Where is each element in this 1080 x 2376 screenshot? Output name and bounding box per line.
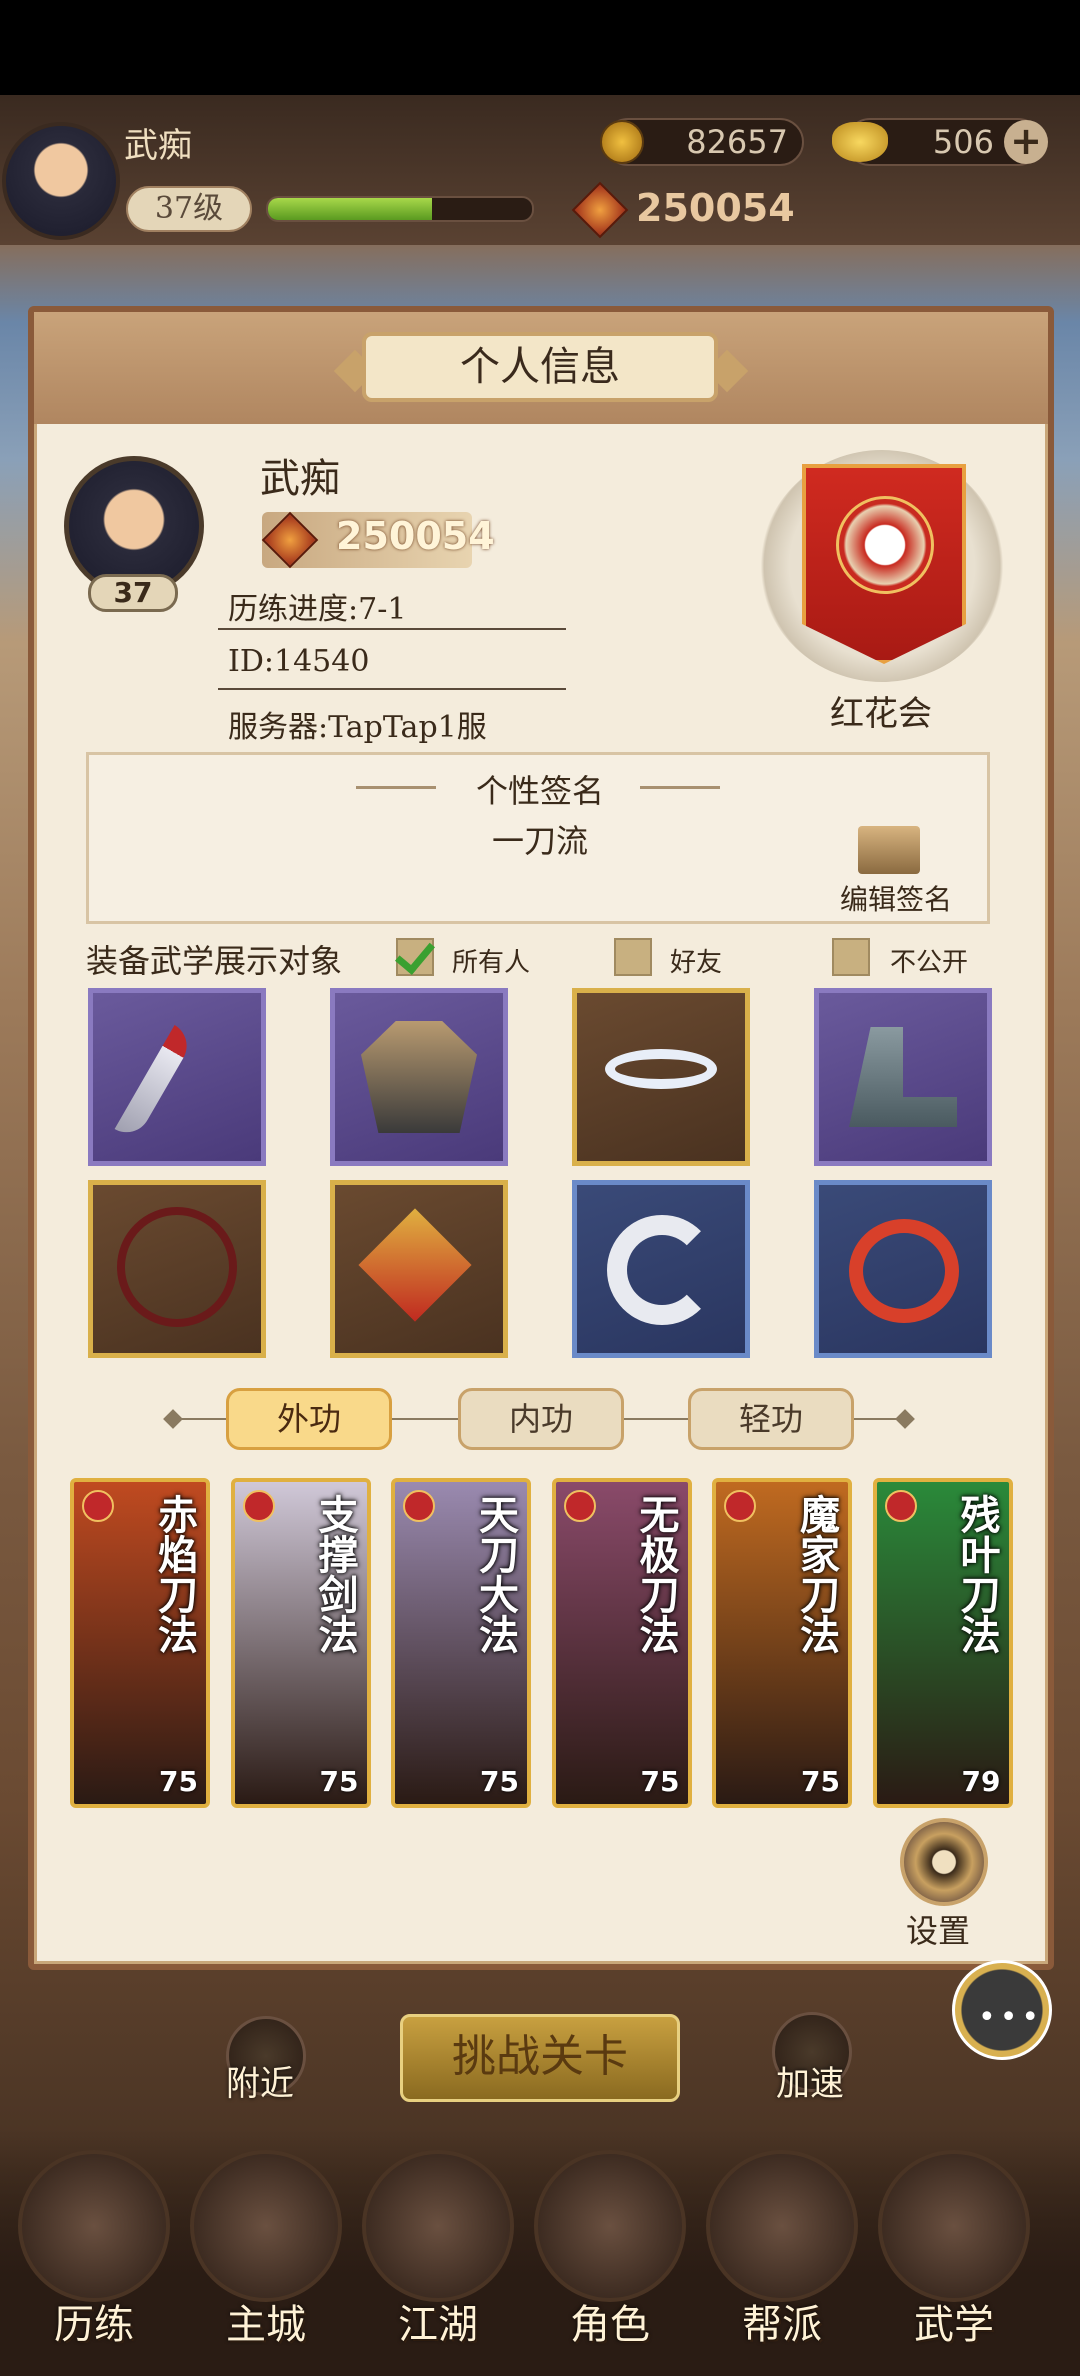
ingot-amount: 506 xyxy=(932,123,994,161)
skill-seal-icon xyxy=(563,1490,596,1522)
level-label: 37级 xyxy=(154,191,224,226)
settings-button[interactable]: 设置 xyxy=(906,1906,970,1952)
nav-icon[interactable] xyxy=(362,2150,514,2302)
equipment-slot-weapon[interactable] xyxy=(88,988,266,1166)
skill-card[interactable]: 魔家刀法 75 xyxy=(712,1478,852,1808)
skill-level: 75 xyxy=(801,1765,840,1798)
equipment-slot-armor[interactable] xyxy=(330,988,508,1166)
boots-icon xyxy=(849,1027,957,1127)
equipment-slot-boots[interactable] xyxy=(814,988,992,1166)
necklace-icon xyxy=(117,1207,237,1327)
scroll-icon[interactable] xyxy=(858,826,920,874)
skill-seal-icon xyxy=(82,1490,114,1522)
add-ingot-button[interactable]: + xyxy=(1004,120,1048,164)
skill-seal-icon xyxy=(884,1490,917,1522)
tab-internal-skill[interactable]: 内功 xyxy=(458,1388,624,1450)
nav-label[interactable]: 帮派 xyxy=(732,2292,832,2350)
panel-title: 个人信息 xyxy=(362,332,718,402)
player-name: 武痴 xyxy=(124,126,192,166)
skill-seal-icon xyxy=(403,1490,435,1522)
equipment-slot-ring[interactable] xyxy=(572,1180,750,1358)
nav-label[interactable]: 主城 xyxy=(216,2292,316,2350)
guild-name: 红花会 xyxy=(830,694,932,734)
skill-name: 赤焰刀法 xyxy=(151,1494,198,1654)
profile-name: 武痴 xyxy=(260,456,340,502)
equipment-slot-belt[interactable] xyxy=(572,988,750,1166)
saber-icon xyxy=(114,1025,196,1141)
skill-card[interactable]: 残叶刀法 79 xyxy=(872,1478,1013,1808)
ingot-icon xyxy=(832,122,888,162)
skill-level: 75 xyxy=(480,1765,519,1798)
nav-label[interactable]: 角色 xyxy=(560,2292,660,2350)
edit-signature-button[interactable]: 编辑签名 xyxy=(840,878,952,918)
equipment-slot-accessory[interactable] xyxy=(330,1180,508,1358)
tab-lightness-skill[interactable]: 轻功 xyxy=(688,1388,854,1450)
nav-icon[interactable] xyxy=(706,2150,858,2302)
exp-bar-fill xyxy=(268,198,432,220)
yin-yang-icon[interactable] xyxy=(900,1818,988,1906)
skill-name: 支撑剑法 xyxy=(311,1494,359,1654)
robe-icon xyxy=(361,1021,477,1133)
nav-icon[interactable] xyxy=(18,2150,170,2302)
tab-external-skill[interactable]: 外功 xyxy=(226,1388,392,1450)
skill-name: 天刀大法 xyxy=(472,1494,519,1654)
ring-icon xyxy=(607,1215,717,1325)
coin-amount: 82657 xyxy=(686,123,788,161)
skill-name: 魔家刀法 xyxy=(793,1494,840,1654)
visibility-friends-label: 好友 xyxy=(670,948,723,978)
top-power-value: 250054 xyxy=(636,186,795,230)
nearby-button[interactable]: 附近 xyxy=(226,2056,294,2105)
nav-icon[interactable] xyxy=(190,2150,342,2302)
skill-seal-icon xyxy=(242,1490,275,1522)
visibility-private-checkbox[interactable] xyxy=(832,938,870,976)
chat-dots: ••• xyxy=(978,2000,1044,2035)
level-badge: 37级 xyxy=(126,186,252,232)
nav-label[interactable]: 武学 xyxy=(904,2292,1004,2350)
exp-bar xyxy=(266,196,534,222)
equipment-slot-necklace[interactable] xyxy=(88,1180,266,1358)
signature-ornament-right xyxy=(640,786,720,789)
player-avatar[interactable] xyxy=(2,122,120,240)
skill-card[interactable]: 无极刀法 75 xyxy=(551,1478,692,1808)
challenge-stage-button[interactable]: 挑战关卡 xyxy=(400,2014,680,2102)
skill-card[interactable]: 支撑剑法 75 xyxy=(230,1478,371,1808)
equipment-slot-bracelet[interactable] xyxy=(814,1180,992,1358)
speedup-button[interactable]: 加速 xyxy=(776,2056,844,2105)
id-text: ID:14540 xyxy=(228,644,370,679)
coin-icon xyxy=(600,120,644,164)
skill-card[interactable]: 天刀大法 75 xyxy=(391,1478,531,1808)
skill-level: 75 xyxy=(640,1765,680,1798)
skill-seal-icon xyxy=(724,1490,756,1522)
nav-icon[interactable] xyxy=(878,2150,1030,2302)
visibility-private-label: 不公开 xyxy=(890,948,969,978)
dragon-emblem-icon xyxy=(836,496,934,594)
hairpin-icon xyxy=(358,1208,472,1322)
nav-label[interactable]: 江湖 xyxy=(388,2292,488,2350)
skill-level: 79 xyxy=(961,1765,1001,1798)
signature-heading: 个性签名 xyxy=(475,772,604,810)
divider xyxy=(218,628,566,630)
display-target-label: 装备武学展示对象 xyxy=(86,942,343,980)
progress-text: 历练进度:7-1 xyxy=(228,592,407,627)
bracelet-icon xyxy=(849,1219,959,1323)
profile-power-value: 250054 xyxy=(336,514,495,558)
skill-level: 75 xyxy=(319,1765,359,1798)
visibility-all-label: 所有人 xyxy=(452,948,531,978)
server-text: 服务器:TapTap1服 xyxy=(228,710,487,745)
skill-level: 75 xyxy=(159,1765,198,1798)
nav-icon[interactable] xyxy=(534,2150,686,2302)
signature-ornament-left xyxy=(356,786,436,789)
skill-name: 无极刀法 xyxy=(632,1494,680,1654)
visibility-friends-checkbox[interactable] xyxy=(614,938,652,976)
signature-text: 一刀流 xyxy=(491,822,588,860)
belt-icon xyxy=(605,1049,717,1089)
skill-card[interactable]: 赤焰刀法 75 xyxy=(70,1478,210,1808)
divider xyxy=(218,688,566,690)
avatar-level: 37 xyxy=(113,576,153,609)
skill-name: 残叶刀法 xyxy=(953,1494,1001,1654)
nav-label[interactable]: 历练 xyxy=(44,2292,144,2350)
avatar-level-badge: 37 xyxy=(88,574,178,612)
